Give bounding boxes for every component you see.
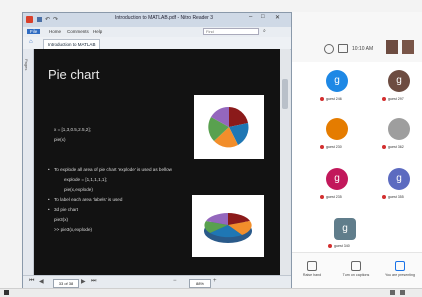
home-icon[interactable]: ⌂ xyxy=(29,39,33,45)
prev-page-icon[interactable]: ◀ xyxy=(39,278,44,285)
pie3d-chart-svg xyxy=(204,213,252,243)
meeting-panel: 10:10 AM g guest 246 g guest 297 guest 2… xyxy=(292,12,422,291)
participant-name: guest 235 xyxy=(326,195,342,199)
code-line-1: x = [1,3,0.5,2.5,2]; xyxy=(54,127,91,132)
slide-page: Pie chart x = [1,3,0.5,2.5,2]; pie(x) • … xyxy=(34,49,280,275)
find-input[interactable] xyxy=(203,28,259,35)
last-page-icon[interactable]: ⏭ xyxy=(91,278,96,285)
pdf-reader-window: ↶ ↷ Introduction to MATLAB.pdf - Nitro R… xyxy=(22,12,292,290)
code-line-6: >> pie3(x,explode) xyxy=(54,227,93,232)
muted-mic-icon xyxy=(382,97,386,101)
captions-label: Turn on captions xyxy=(342,273,370,277)
participant-name: guest 297 xyxy=(388,97,404,101)
meeting-clock: 10:10 AM xyxy=(352,46,374,52)
redo-icon[interactable]: ↷ xyxy=(53,16,58,23)
presenting-button[interactable]: You are presenting xyxy=(382,261,418,277)
people-icon[interactable] xyxy=(324,44,334,54)
window-title: Introduction to MATLAB.pdf - Nitro Reade… xyxy=(115,15,214,21)
menu-bar: File Home Comments Help ⌕ xyxy=(23,27,291,37)
minimize-button[interactable]: – xyxy=(249,14,252,20)
close-button[interactable]: ✕ xyxy=(275,14,280,21)
zoom-out-icon[interactable]: − xyxy=(173,278,177,284)
muted-mic-icon xyxy=(320,195,324,199)
app-icon xyxy=(26,16,33,23)
participant-avatar: g xyxy=(334,218,356,240)
participant-avatar xyxy=(388,118,410,140)
muted-mic-icon xyxy=(382,145,386,149)
chat-icon[interactable] xyxy=(338,44,348,53)
self-avatar xyxy=(386,40,398,54)
self-avatar xyxy=(402,40,414,54)
participant-name: guest 362 xyxy=(388,145,404,149)
code-line-5: pie3(x) xyxy=(54,217,69,222)
undo-icon[interactable]: ↶ xyxy=(45,16,50,23)
presenting-label: You are presenting xyxy=(384,273,416,277)
meeting-controls: Raise hand Turn on captions You are pres… xyxy=(292,252,422,291)
scroll-thumb[interactable] xyxy=(282,79,288,109)
pie3d-text: 3d pie chart xyxy=(54,207,79,212)
code-line-2: pie(x) xyxy=(54,137,66,142)
present-icon xyxy=(395,261,405,271)
pages-side-panel[interactable]: Pages xyxy=(23,49,34,275)
menu-file[interactable]: File xyxy=(27,29,41,34)
meeting-top-bar: 10:10 AM xyxy=(292,12,422,62)
muted-mic-icon xyxy=(320,145,324,149)
participant-avatar: g xyxy=(326,168,348,190)
captions-icon xyxy=(351,261,361,271)
menu-help[interactable]: Help xyxy=(93,29,102,34)
save-icon[interactable] xyxy=(37,17,42,22)
captions-button[interactable]: Turn on captions xyxy=(338,261,374,277)
menu-home[interactable]: Home xyxy=(49,29,61,34)
muted-mic-icon xyxy=(320,97,324,101)
tray-icon[interactable] xyxy=(390,290,395,295)
participant-avatar: g xyxy=(388,168,410,190)
tray-icon[interactable] xyxy=(400,290,405,295)
pie3d-chart-image xyxy=(192,195,264,257)
bullet-icon: • xyxy=(48,197,50,202)
next-page-icon[interactable]: ▶ xyxy=(81,278,86,285)
code-line-3: explode = [1,1,1,1,1]; xyxy=(64,177,108,182)
vertical-scrollbar[interactable] xyxy=(280,49,290,275)
maximize-button[interactable]: □ xyxy=(261,14,265,20)
zoom-field[interactable]: 88% xyxy=(189,279,211,288)
muted-mic-icon xyxy=(382,195,386,199)
menu-comments[interactable]: Comments xyxy=(67,29,89,34)
participant-name: guest 230 xyxy=(326,145,342,149)
bullet-icon: • xyxy=(48,167,50,172)
muted-mic-icon xyxy=(328,244,332,248)
explode-text: To explode all area of pie chart 'explod… xyxy=(54,167,172,172)
slide-title: Pie chart xyxy=(48,67,100,82)
zoom-in-icon[interactable]: + xyxy=(213,278,217,284)
bullet-icon: • xyxy=(48,207,50,212)
title-bar: ↶ ↷ Introduction to MATLAB.pdf - Nitro R… xyxy=(23,13,291,27)
pie-chart-svg xyxy=(208,106,249,148)
start-icon[interactable] xyxy=(4,290,9,295)
first-page-icon[interactable]: ⏮ xyxy=(29,278,34,285)
labels-text: To label each area 'labels' is used xyxy=(54,197,123,202)
participant-name: guest 355 xyxy=(388,195,404,199)
participant-avatar: g xyxy=(388,70,410,92)
participant-avatar xyxy=(326,118,348,140)
participant-avatar: g xyxy=(326,70,348,92)
pie-chart-image xyxy=(194,95,264,159)
code-line-4: pie(x,explode) xyxy=(64,187,93,192)
participant-name: guest 340 xyxy=(334,244,350,248)
hand-icon xyxy=(307,261,317,271)
raise-hand-button[interactable]: Raise hand xyxy=(294,261,330,277)
raise-hand-label: Raise hand xyxy=(302,273,322,277)
pages-panel-label: Pages xyxy=(24,59,29,71)
page-number-field[interactable]: 33 of 38 xyxy=(53,279,79,288)
participant-name: guest 246 xyxy=(326,97,342,101)
search-icon[interactable]: ⌕ xyxy=(263,28,266,34)
